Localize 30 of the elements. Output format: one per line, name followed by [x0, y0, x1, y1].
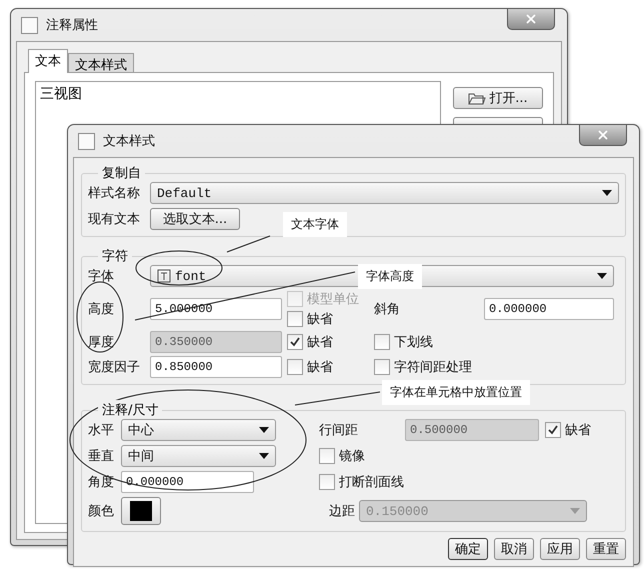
- callout-label: 字体高度: [358, 264, 422, 289]
- checkbox-label: 下划线: [394, 334, 433, 351]
- checkbox-label: 缺省: [565, 422, 591, 439]
- field-label: 水平: [88, 422, 115, 439]
- group-label: 字符: [101, 248, 129, 265]
- callout-label: 文本字体: [283, 212, 347, 237]
- checkbox-label: 缺省: [307, 311, 333, 328]
- window-title: 文本样式: [103, 133, 155, 150]
- field-label: 现有文本: [88, 211, 141, 228]
- field-label: 样式名称: [88, 185, 141, 202]
- group-label: 复制自: [101, 165, 142, 182]
- field-label: 斜角: [374, 301, 401, 318]
- checkbox-label: 缺省: [307, 359, 333, 376]
- window-title: 注释属性: [46, 17, 98, 34]
- field-label: 颜色: [88, 503, 115, 520]
- field-label: 字体: [88, 268, 115, 285]
- checkbox-label: 模型单位: [307, 291, 359, 308]
- field-label: 边距: [329, 503, 355, 520]
- checkbox-label: 镜像: [339, 448, 365, 465]
- field-label: 高度: [88, 301, 115, 318]
- group-label: 注释/尺寸: [101, 402, 160, 419]
- checkbox-label: 缺省: [307, 334, 333, 351]
- checkbox-label: 打断剖面线: [339, 474, 404, 491]
- callout-label: 字体在单元格中放置位置: [382, 380, 530, 405]
- field-label: 角度: [88, 474, 115, 491]
- field-label: 宽度因子: [88, 359, 141, 376]
- field-label: 垂直: [88, 448, 115, 465]
- checkbox-label: 字符间距处理: [394, 359, 472, 376]
- field-label: 厚度: [88, 334, 115, 351]
- field-label: 行间距: [319, 422, 359, 439]
